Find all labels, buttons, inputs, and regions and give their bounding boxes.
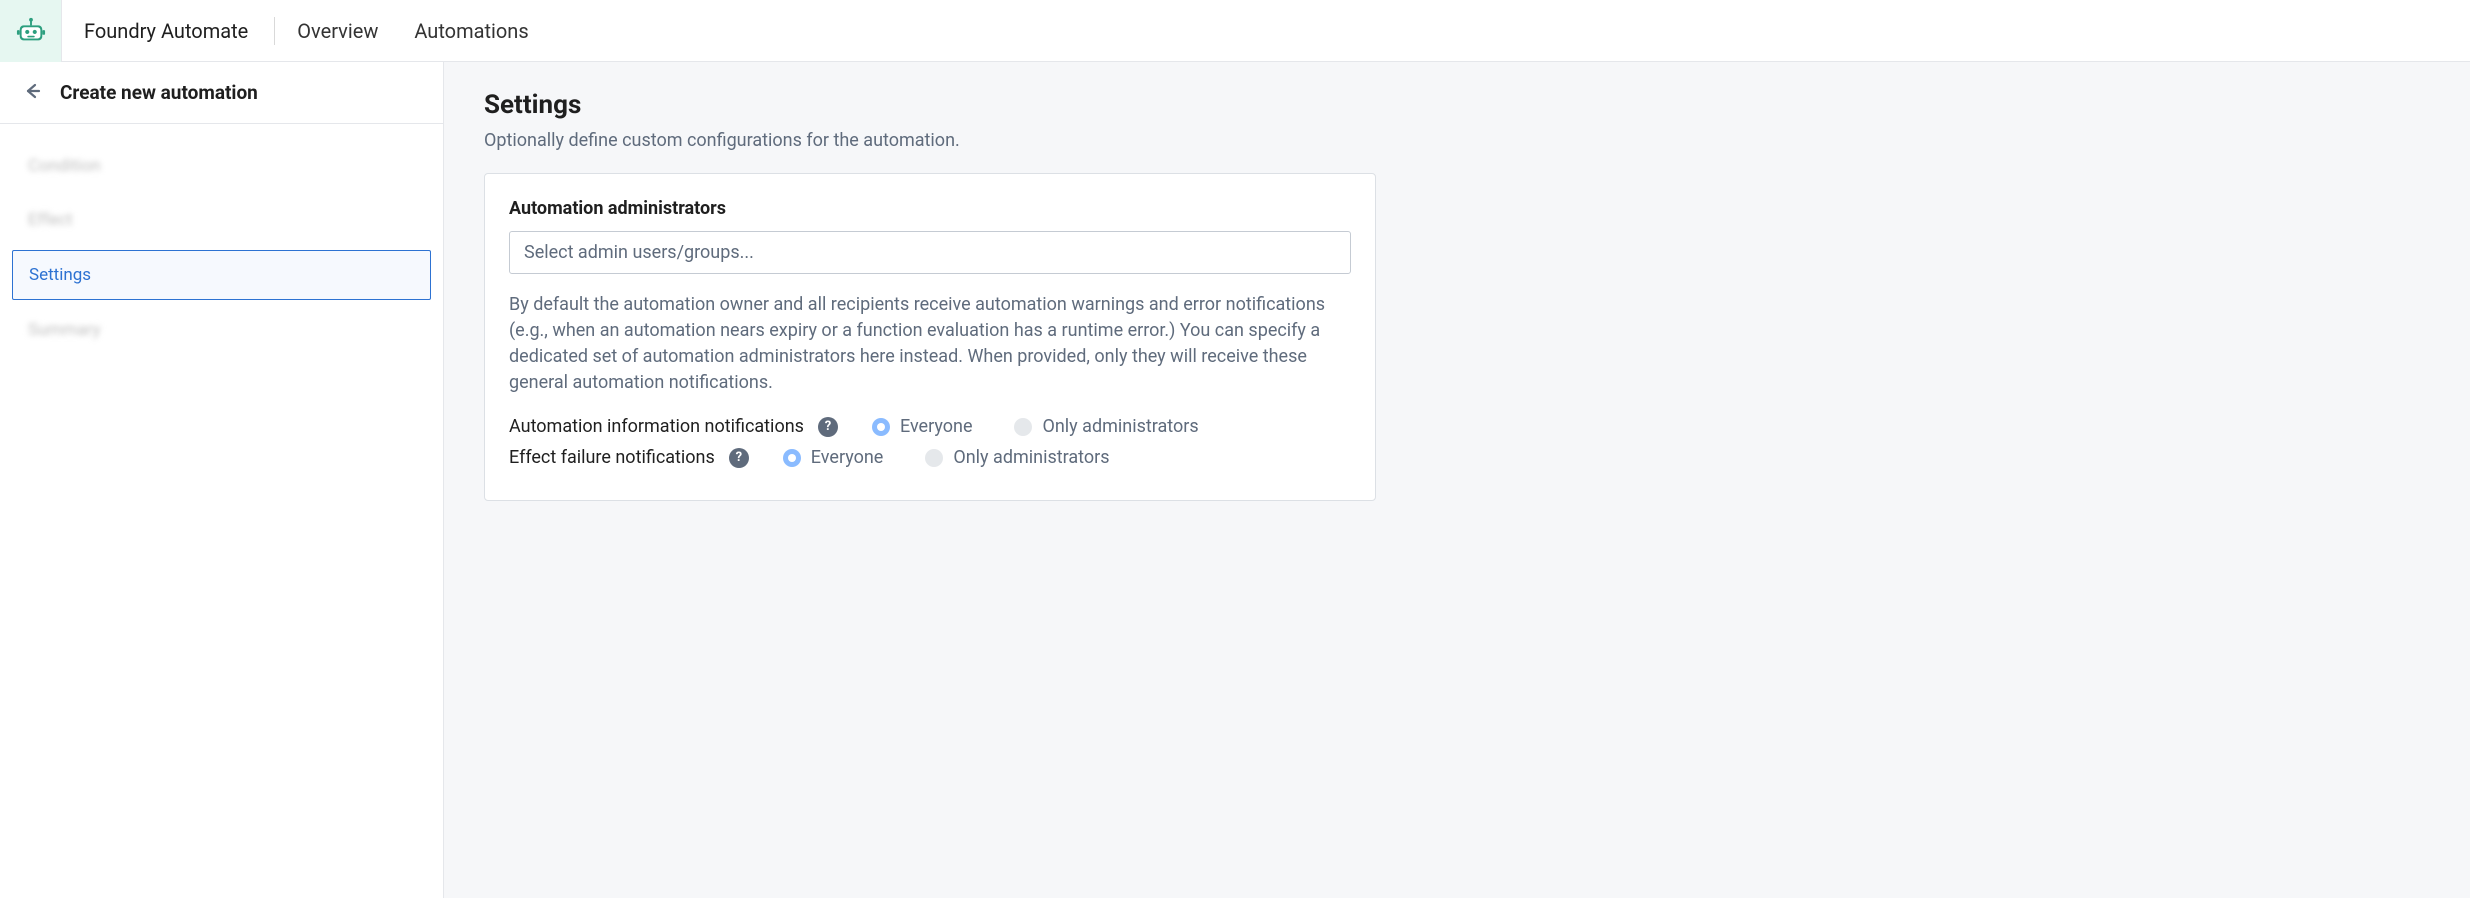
- step-settings[interactable]: Settings: [12, 250, 431, 300]
- radio-selected-icon: [783, 449, 801, 467]
- failure-notifications-row: Effect failure notifications ? Everyone …: [509, 447, 1351, 468]
- failure-radio-everyone[interactable]: Everyone: [783, 447, 884, 468]
- admins-label: Automation administrators: [509, 198, 1351, 219]
- nav-overview[interactable]: Overview: [279, 19, 396, 43]
- sidebar: Create new automation Condition Effect S…: [0, 62, 444, 898]
- radio-unselected-icon: [925, 449, 943, 467]
- settings-card: Automation administrators Select admin u…: [484, 173, 1376, 501]
- app-logo[interactable]: [0, 0, 62, 62]
- info-notifications-label: Automation information notifications: [509, 416, 804, 437]
- radio-label: Everyone: [900, 416, 973, 437]
- radio-selected-icon: [872, 418, 890, 436]
- step-condition[interactable]: Condition: [12, 142, 431, 190]
- sidebar-title: Create new automation: [60, 81, 258, 104]
- page-title: Settings: [484, 90, 2350, 120]
- workspace: Create new automation Condition Effect S…: [0, 62, 2470, 898]
- page-subtitle: Optionally define custom configurations …: [484, 130, 2350, 151]
- admins-select-input[interactable]: Select admin users/groups...: [509, 231, 1351, 274]
- failure-notifications-label: Effect failure notifications: [509, 447, 715, 468]
- sidebar-header: Create new automation: [0, 62, 443, 124]
- nav-automations[interactable]: Automations: [396, 19, 546, 43]
- admins-help-text: By default the automation owner and all …: [509, 292, 1351, 396]
- radio-unselected-icon: [1014, 418, 1032, 436]
- info-notifications-row: Automation information notifications ? E…: [509, 416, 1351, 437]
- help-icon[interactable]: ?: [729, 448, 749, 468]
- radio-label: Everyone: [811, 447, 884, 468]
- back-arrow-icon[interactable]: [22, 81, 42, 105]
- info-radio-only-admins[interactable]: Only administrators: [1014, 416, 1198, 437]
- step-effect[interactable]: Effect: [12, 196, 431, 244]
- help-icon[interactable]: ?: [818, 417, 838, 437]
- info-radio-everyone[interactable]: Everyone: [872, 416, 973, 437]
- steps-list: Condition Effect Settings Summary: [0, 124, 443, 378]
- divider: [274, 17, 275, 45]
- admins-placeholder: Select admin users/groups...: [524, 242, 754, 263]
- radio-label: Only administrators: [953, 447, 1109, 468]
- robot-icon: [16, 17, 46, 45]
- app-title: Foundry Automate: [62, 19, 270, 43]
- radio-label: Only administrators: [1042, 416, 1198, 437]
- failure-radio-only-admins[interactable]: Only administrators: [925, 447, 1109, 468]
- topbar: Foundry Automate Overview Automations: [0, 0, 2470, 62]
- step-summary[interactable]: Summary: [12, 306, 431, 354]
- main-panel: Settings Optionally define custom config…: [444, 62, 2470, 898]
